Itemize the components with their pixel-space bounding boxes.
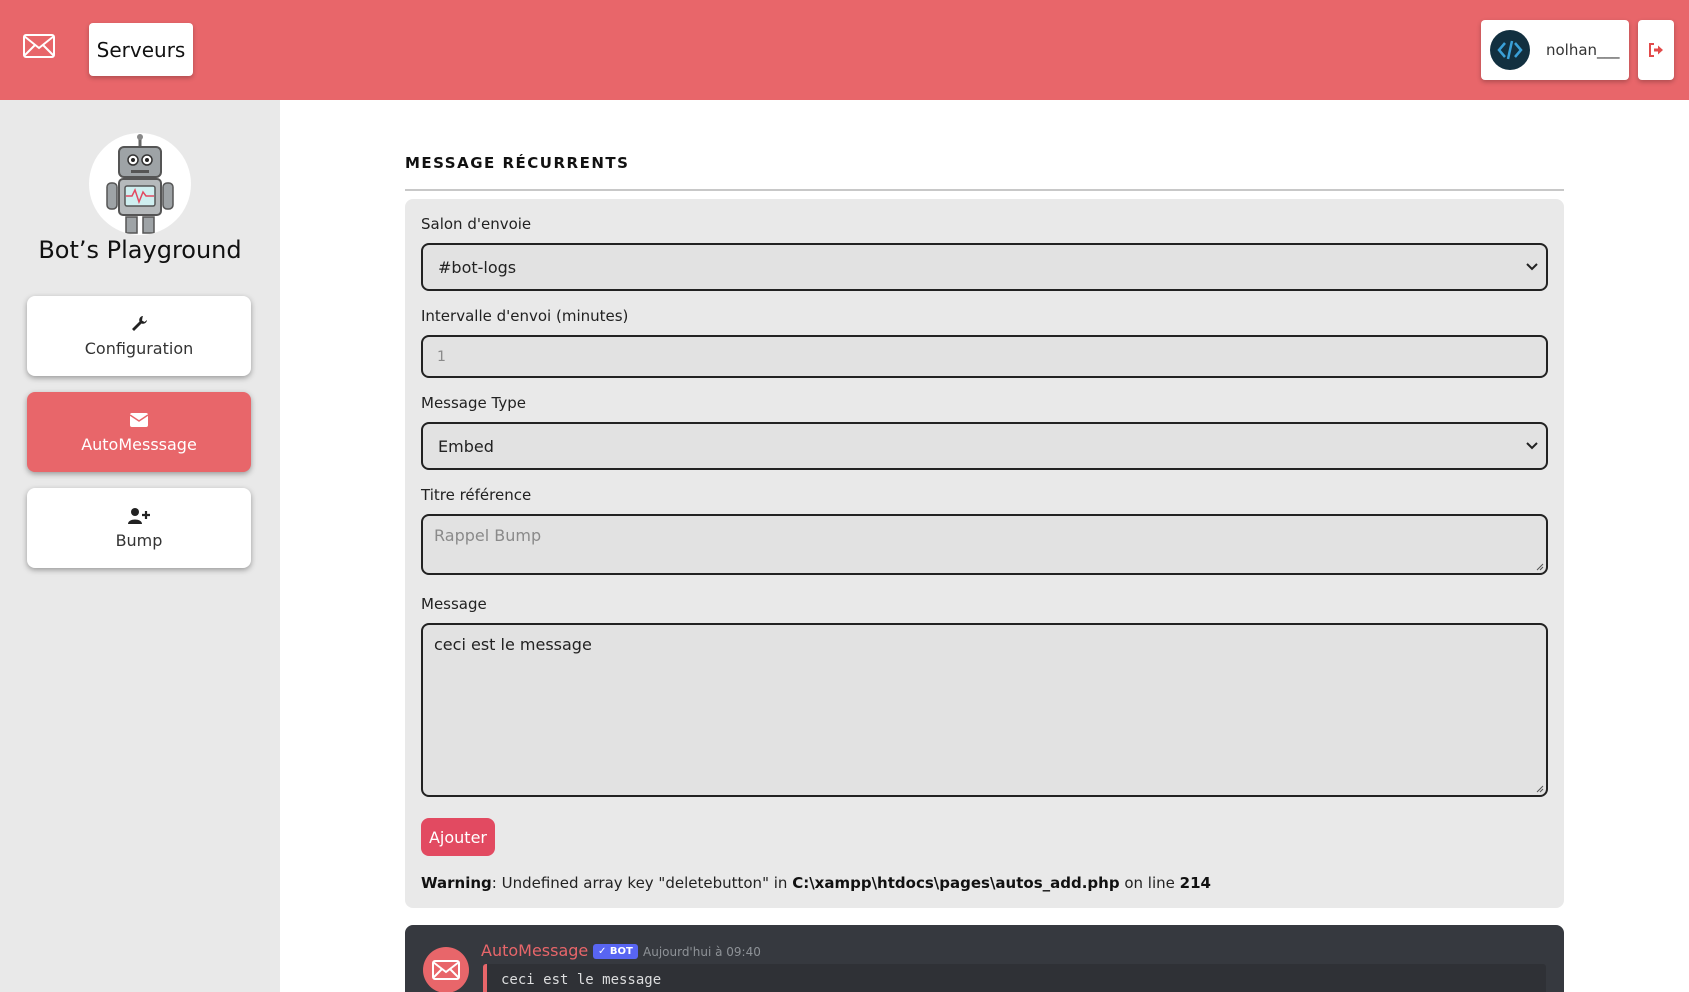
message-preview: AutoMessage ✓ BOT Aujourd'hui à 09:40 ce… — [405, 925, 1564, 992]
divider — [405, 189, 1564, 191]
warning-text: : Undefined array key "deletebutton" in — [491, 874, 793, 892]
preview-timestamp: Aujourd'hui à 09:40 — [643, 945, 761, 959]
servers-button[interactable]: Serveurs — [89, 23, 193, 76]
channel-select-value: #bot-logs — [438, 257, 517, 277]
chevron-down-icon — [1526, 442, 1538, 450]
warning-mid: on line — [1119, 874, 1180, 892]
sidebar-item-label: AutoMesssage — [81, 434, 197, 454]
sidebar-item-configuration[interactable]: Configuration — [27, 296, 251, 376]
username: nolhan___ — [1546, 41, 1620, 59]
message-type-select-value: Embed — [438, 436, 494, 456]
sidebar: Bot’s Playground Configuration AutoMesss… — [0, 100, 280, 992]
interval-placeholder: 1 — [437, 348, 446, 365]
sidebar-item-label: Configuration — [84, 338, 194, 358]
sidebar-item-label: Bump — [115, 530, 163, 550]
mail-logo-icon[interactable] — [23, 34, 55, 58]
bot-name: Bot’s Playground — [38, 236, 242, 264]
user-menu[interactable]: nolhan___ — [1481, 20, 1629, 80]
bot-avatar — [89, 133, 191, 235]
channel-label: Salon d'envoie — [421, 215, 532, 233]
wrench-icon — [130, 315, 148, 333]
title-reference-placeholder: Rappel Bump — [434, 526, 542, 545]
resize-handle-icon[interactable] — [1534, 783, 1544, 793]
bot-badge: ✓ BOT — [593, 944, 638, 959]
warning-line: 214 — [1179, 874, 1211, 892]
logout-icon — [1649, 43, 1663, 57]
preview-author: AutoMessage — [481, 941, 589, 960]
warning-path: C:\xampp\htdocs\pages\autos_add.php — [792, 874, 1120, 892]
user-plus-icon — [128, 507, 150, 525]
robot-icon — [106, 134, 174, 234]
resize-handle-icon[interactable] — [1534, 561, 1544, 571]
preview-avatar — [423, 947, 469, 992]
sidebar-item-automessage[interactable]: AutoMesssage — [27, 392, 251, 472]
sidebar-item-bump[interactable]: Bump — [27, 488, 251, 568]
message-type-label: Message Type — [421, 394, 526, 412]
page-title: MESSAGE RÉCURRENTS — [405, 154, 630, 172]
top-bar: Serveurs nolhan___ — [0, 0, 1689, 100]
title-reference-label: Titre référence — [421, 486, 532, 504]
message-textarea[interactable]: ceci est le message — [421, 623, 1548, 797]
warning-prefix: Warning — [421, 874, 492, 892]
envelope-icon — [432, 960, 460, 980]
recurring-message-form: Salon d'envoie #bot-logs Intervalle d'en… — [405, 199, 1564, 908]
title-reference-input[interactable]: Rappel Bump — [421, 514, 1548, 575]
message-type-select[interactable]: Embed — [421, 422, 1548, 470]
preview-embed: ceci est le message — [483, 964, 1546, 992]
envelope-icon — [130, 411, 148, 429]
logout-button[interactable] — [1638, 20, 1674, 80]
message-textarea-value: ceci est le message — [434, 635, 592, 654]
preview-embed-content: ceci est le message — [501, 972, 662, 988]
code-logo-icon — [1497, 40, 1523, 60]
message-label: Message — [421, 595, 487, 613]
add-button[interactable]: Ajouter — [421, 818, 495, 856]
user-avatar — [1490, 30, 1530, 70]
channel-select[interactable]: #bot-logs — [421, 243, 1548, 291]
chevron-down-icon — [1526, 263, 1538, 271]
interval-input[interactable]: 1 — [421, 335, 1548, 378]
interval-label: Intervalle d'envoi (minutes) — [421, 307, 629, 325]
php-warning: Warning: Undefined array key "deletebutt… — [421, 874, 1211, 892]
